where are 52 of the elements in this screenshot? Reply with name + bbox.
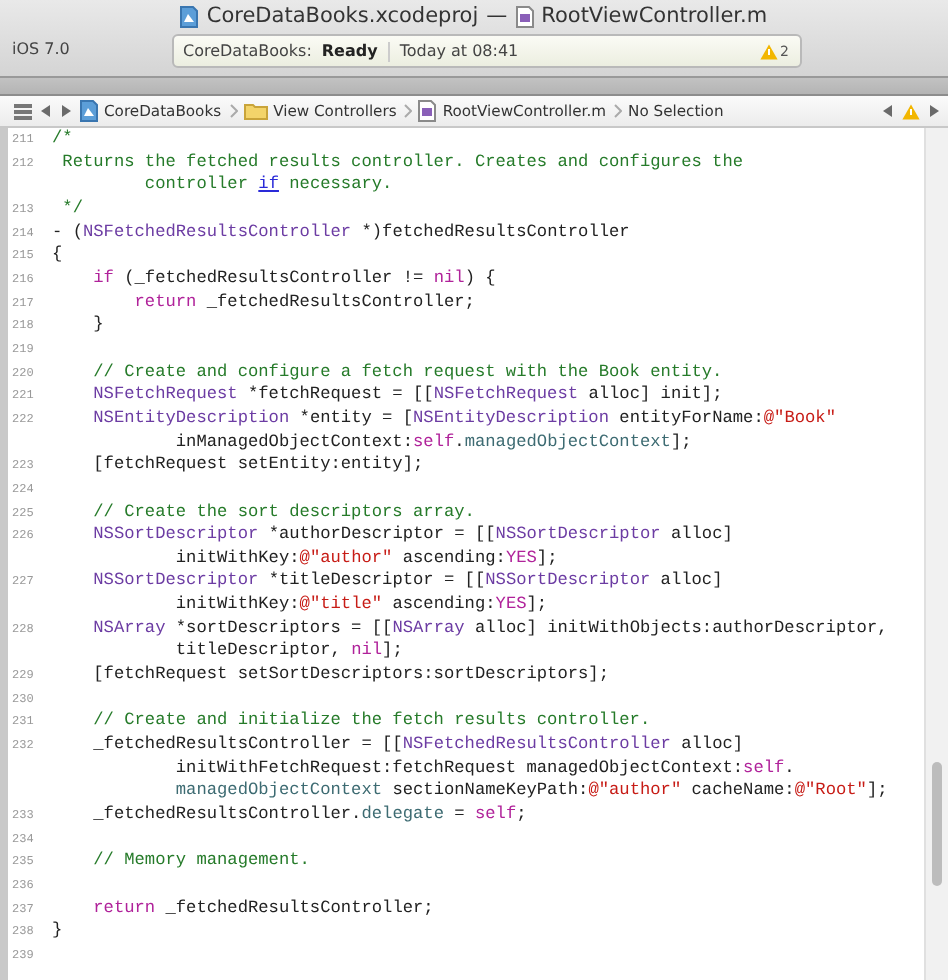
code-line: NSSortDescriptor *authorDescriptor = [[NSSortDescriptor alloc]	[91, 524, 733, 548]
scrollbar-thumb[interactable]	[932, 762, 942, 886]
code-line: /*	[52, 128, 73, 152]
code-line: initWithKey:@"author" ascending:YES];	[173, 547, 558, 571]
code-line: - (NSFetchedResultsController *)fetchedResultsController	[52, 221, 630, 245]
code-line: NSSortDescriptor *titleDescriptor = [[NSSortDescriptor alloc]	[91, 570, 723, 595]
code-line: Returns the fetched results controller. Creates and configures the	[60, 151, 744, 175]
code-line: initWithKey:@"title" ascending:YES];	[173, 594, 548, 618]
code-line: // Memory management.	[91, 850, 310, 874]
code-line: }	[52, 920, 63, 944]
build-status: Ready	[321, 42, 378, 60]
previous-issue-icon[interactable]	[882, 104, 894, 118]
project-icon	[80, 100, 98, 122]
code-line: NSFetchRequest *fetchRequest = [[NSFetchRequest alloc] init];	[91, 384, 723, 408]
code-line: return _fetchedResultsController;	[132, 291, 475, 315]
chevron-icon	[614, 104, 623, 118]
next-issue-icon[interactable]	[928, 104, 940, 118]
code-line: inManagedObjectContext:self.managedObjectContext];	[173, 431, 692, 455]
code-line: NSEntityDescription *entity = [NSEntityDescription entityForName:@"Book"	[91, 407, 836, 432]
code-line: if (_fetchedResultsController != nil) {	[91, 267, 496, 292]
code-line: initWithFetchRequest:fetchRequest managedObjectContext:self.	[173, 757, 795, 781]
code-line: }	[91, 314, 104, 338]
chevron-icon	[404, 104, 413, 118]
code-line: _fetchedResultsController.delegate = self;	[91, 804, 527, 828]
code-line: {	[52, 244, 63, 268]
window-title: CoreDataBooks.xcodeproj	[206, 4, 479, 28]
file-icon	[418, 100, 437, 122]
activity-project: CoreDataBooks:	[183, 42, 312, 60]
code-line: controller if necessary.	[142, 174, 393, 198]
code-line: // Create the sort descriptors array.	[91, 501, 475, 525]
file-title: RootViewController.m	[541, 4, 768, 28]
code-line: // Create and initialize the fetch results controller.	[91, 710, 651, 735]
chevron-icon	[229, 104, 238, 118]
build-time: Today at 08:41	[399, 42, 519, 60]
code-line: _fetchedResultsController = [[NSFetchedResultsController alloc]	[91, 734, 744, 758]
code-line: [fetchRequest setSortDescriptors:sortDescriptors];	[91, 664, 609, 688]
code-line: NSArray *sortDescriptors = [[NSArray alloc] initWithObjects:authorDescriptor,	[91, 617, 888, 641]
warning-icon	[760, 43, 779, 59]
title-separator: —	[486, 4, 508, 28]
code-line: [fetchRequest setEntity:entity];	[91, 454, 424, 478]
code-line: */	[60, 197, 83, 222]
code-line: // Create and configure a fetch request with the Book entity.	[91, 361, 723, 385]
code-line: managedObjectContext sectionNameKeyPath:@"author" cacheName:@"Root"];	[173, 780, 888, 805]
project-icon	[180, 5, 199, 27]
folder-icon	[243, 102, 268, 120]
forward-icon[interactable]	[60, 104, 72, 118]
code-line: titleDescriptor, nil];	[173, 640, 403, 665]
back-icon[interactable]	[40, 104, 52, 118]
file-icon	[515, 5, 534, 27]
scheme-selector[interactable]: iOS 7.0	[12, 40, 70, 58]
warning-icon	[902, 103, 920, 119]
code-line: return _fetchedResultsController;	[91, 897, 434, 921]
